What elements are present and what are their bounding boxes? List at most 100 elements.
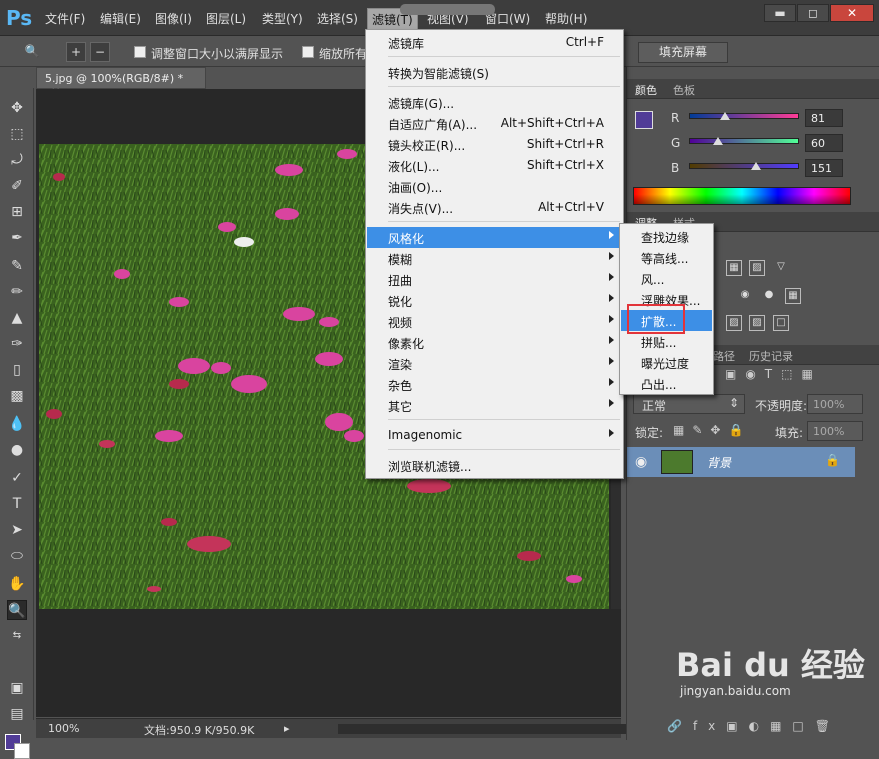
submenu-trace-contour[interactable]: 等高线...: [621, 247, 712, 268]
menu-item-convert-smart-filter[interactable]: 转换为智能滤镜(S): [367, 62, 622, 83]
color-spectrum[interactable]: [633, 187, 851, 205]
r-value[interactable]: 81: [805, 109, 843, 127]
screen-mode-icon[interactable]: ▤: [7, 704, 27, 724]
menu-help[interactable]: 帮助(H): [545, 10, 587, 27]
layer-footer-icons[interactable]: 🔗fx▣◐▦□🗑: [667, 719, 867, 735]
menu-item-stylize[interactable]: 风格化: [367, 227, 622, 248]
menu-edit[interactable]: 编辑(E): [100, 10, 141, 27]
menu-item-noise[interactable]: 杂色: [367, 374, 622, 395]
zoom-level[interactable]: 100%: [48, 722, 79, 735]
lasso-tool-icon[interactable]: ⤾: [7, 150, 27, 170]
r-slider[interactable]: [689, 112, 799, 120]
submenu-wind[interactable]: 风...: [621, 268, 712, 289]
menu-item-render[interactable]: 渲染: [367, 353, 622, 374]
tab-paths[interactable]: 路径: [713, 348, 735, 364]
menu-item-filter-gallery-last[interactable]: 滤镜库 Ctrl+F: [367, 32, 622, 53]
tab-swatches[interactable]: 色板: [673, 82, 695, 98]
tab-history[interactable]: 历史记录: [749, 348, 793, 364]
submenu-solarize[interactable]: 曝光过度: [621, 352, 712, 373]
move-tool-icon[interactable]: ✥: [7, 98, 27, 118]
menu-item-lens-correction[interactable]: 镜头校正(R)... Shift+Ctrl+R: [367, 134, 622, 155]
b-value[interactable]: 151: [805, 159, 843, 177]
gradient-tool-icon[interactable]: ▩: [7, 386, 27, 406]
crop-tool-icon[interactable]: ⊞: [7, 202, 27, 222]
menu-image[interactable]: 图像(I): [155, 10, 192, 27]
eraser-tool-icon[interactable]: ▯: [7, 360, 27, 380]
visibility-eye-icon[interactable]: ◉: [635, 454, 647, 470]
zoom-all-checkbox[interactable]: [302, 46, 314, 58]
background-color-swatch[interactable]: [14, 743, 30, 759]
maximize-button[interactable]: ◻: [797, 4, 829, 22]
g-slider[interactable]: [689, 137, 799, 145]
horizontal-scrollbar[interactable]: [338, 724, 628, 734]
zoom-tool-icon[interactable]: 🔍: [22, 42, 42, 62]
zoom-out-icon[interactable]: −: [90, 42, 110, 62]
menu-item-adaptive-wide-angle[interactable]: 自适应广角(A)... Alt+Shift+Ctrl+A: [367, 113, 622, 134]
close-window-button[interactable]: ✕: [830, 4, 874, 22]
menu-item-other[interactable]: 其它: [367, 395, 622, 416]
gradient-map-icon[interactable]: ▽: [773, 260, 789, 276]
exposure-icon[interactable]: ▨: [749, 260, 765, 276]
fill-field[interactable]: 100%: [807, 421, 863, 441]
brush-tool-icon[interactable]: ✏: [7, 282, 27, 302]
menu-item-imagenomic[interactable]: Imagenomic: [367, 425, 622, 446]
eyedropper-tool-icon[interactable]: ✒: [7, 228, 27, 248]
menu-item-vanishing-point[interactable]: 消失点(V)... Alt+Ctrl+V: [367, 197, 622, 218]
history-brush-tool-icon[interactable]: ✑: [7, 334, 27, 354]
submenu-find-edges[interactable]: 查找边缘: [621, 226, 712, 247]
menu-select[interactable]: 选择(S): [317, 10, 358, 27]
tab-color[interactable]: 颜色: [635, 82, 657, 98]
stamp-tool-icon[interactable]: ▲: [7, 308, 27, 328]
foreground-color-chip[interactable]: [635, 111, 653, 129]
blur-tool-icon[interactable]: 💧: [7, 414, 27, 434]
submenu-extrude[interactable]: 凸出...: [621, 373, 712, 394]
menu-item-sharpen[interactable]: 锐化: [367, 290, 622, 311]
lock-icons[interactable]: ▦✎✥🔒: [673, 423, 753, 439]
pen-tool-icon[interactable]: ✓: [7, 468, 27, 488]
layer-filter-icons[interactable]: ▣◉T⬚▦: [725, 367, 855, 387]
menu-item-browse-online-filters[interactable]: 浏览联机滤镜...: [367, 455, 622, 476]
channel-mixer-icon[interactable]: ●: [761, 288, 777, 304]
b-slider[interactable]: [689, 162, 799, 170]
menu-item-liquify[interactable]: 液化(L)... Shift+Ctrl+X: [367, 155, 622, 176]
curves-icon[interactable]: ▦: [726, 260, 742, 276]
selective-color-icon[interactable]: □: [773, 315, 789, 331]
invert-icon[interactable]: ▨: [726, 315, 742, 331]
layer-row[interactable]: ◉ 背景 🔒: [627, 447, 855, 477]
menu-item-video[interactable]: 视频: [367, 311, 622, 332]
quick-mask-icon[interactable]: ▣: [7, 678, 27, 698]
threshold-icon[interactable]: ▨: [749, 315, 765, 331]
swap-colors-icon[interactable]: ⇆: [7, 626, 27, 646]
status-arrow-icon[interactable]: ▸: [284, 722, 290, 735]
healing-brush-tool-icon[interactable]: ✎: [7, 256, 27, 276]
dodge-tool-icon[interactable]: ●: [7, 440, 27, 460]
zoom-in-icon[interactable]: +: [66, 42, 86, 62]
fill-screen-button[interactable]: 填充屏幕: [638, 42, 728, 63]
camera-icon[interactable]: ◉: [737, 288, 753, 304]
scroll-thumb[interactable]: [400, 4, 495, 15]
zoom-tool-icon[interactable]: 🔍: [7, 600, 27, 620]
menu-item-pixelate[interactable]: 像素化: [367, 332, 622, 353]
g-value[interactable]: 60: [805, 134, 843, 152]
path-select-tool-icon[interactable]: ➤: [7, 520, 27, 540]
minimize-button[interactable]: ▬: [764, 4, 796, 22]
menu-item-distort[interactable]: 扭曲: [367, 269, 622, 290]
document-tab[interactable]: 5.jpg @ 100%(RGB/8#) * ×: [36, 67, 206, 98]
type-tool-icon[interactable]: T: [7, 494, 27, 514]
menu-layer[interactable]: 图层(L): [206, 10, 246, 27]
menu-file[interactable]: 文件(F): [45, 10, 85, 27]
quick-select-tool-icon[interactable]: ✐: [7, 176, 27, 196]
shape-tool-icon[interactable]: ⬭: [7, 546, 27, 566]
layer-name[interactable]: 背景: [707, 454, 731, 471]
blend-mode-select[interactable]: 正常 ⇕: [633, 394, 745, 414]
resize-windows-checkbox[interactable]: [134, 46, 146, 58]
color-lookup-icon[interactable]: ▦: [785, 288, 801, 304]
menu-item-filter-gallery[interactable]: 滤镜库(G)...: [367, 92, 622, 113]
opacity-field[interactable]: 100%: [807, 394, 863, 414]
marquee-tool-icon[interactable]: ⬚: [7, 124, 27, 144]
menu-type[interactable]: 类型(Y): [262, 10, 303, 27]
submenu-tiles[interactable]: 拼贴...: [621, 331, 712, 352]
menu-item-oil-paint[interactable]: 油画(O)...: [367, 176, 622, 197]
hand-tool-icon[interactable]: ✋: [7, 574, 27, 594]
menu-item-blur[interactable]: 模糊: [367, 248, 622, 269]
